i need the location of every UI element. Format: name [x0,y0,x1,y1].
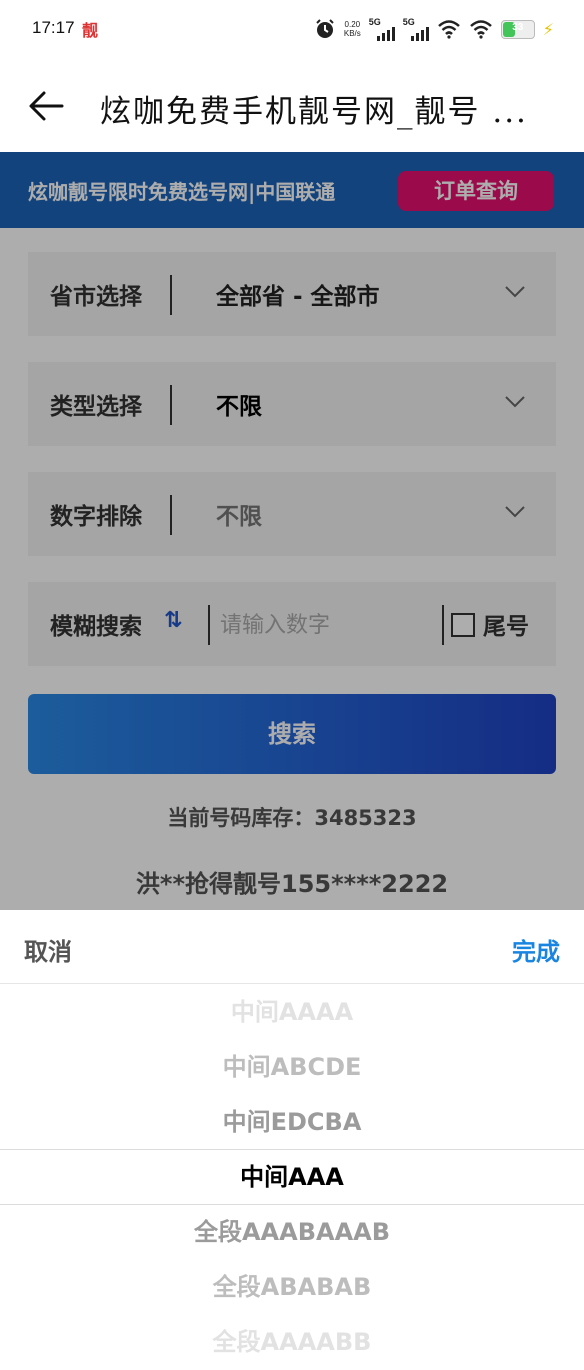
tail-number-checkbox[interactable] [451,613,475,637]
status-time: 17:17 [32,18,75,37]
picker-option-selected[interactable]: 中间AAA [0,1150,584,1205]
banner-text: 炫咖靓号限时免费选号网|中国联通 [28,180,336,204]
exclude-label: 数字排除 [50,504,142,530]
type-value: 不限 [216,394,262,420]
divider [442,605,444,645]
type-select[interactable]: 类型选择 不限 [28,362,556,446]
picker-option[interactable]: 中间ABCDE [0,1040,584,1095]
status-bar: 17:17 靓 0.20 KB/s 5G 5G 33 ⚡ [0,0,584,60]
network-speed: 0.20 KB/s [343,20,361,38]
chevron-down-icon [505,396,525,408]
picker-option[interactable]: 中间AAAA [0,985,584,1040]
exclude-select[interactable]: 数字排除 不限 [28,472,556,556]
wifi-icon [437,20,460,39]
signal-icon: 5G [369,17,395,41]
charging-icon: ⚡ [542,19,554,39]
grab-notice: 洪**抢得靓号155****2222 [135,870,449,898]
type-label: 类型选择 [50,394,142,420]
signal-icon: 5G [403,17,429,41]
picker-option[interactable]: 全段AAAABB [0,1315,584,1370]
picker-option[interactable]: 全段AAABAAAB [0,1205,584,1260]
region-select[interactable]: 省市选择 全部省 - 全部市 [28,252,556,336]
number-search-input[interactable] [218,606,444,644]
order-query-button[interactable]: 订单查询 [398,171,554,211]
site-banner: 炫咖靓号限时免费选号网|中国联通 订单查询 [0,152,584,228]
picker-option[interactable]: 中间EDCBA [0,1095,584,1150]
divider [208,605,210,645]
alarm-icon [316,19,334,38]
page-title: 炫咖免费手机靓号网_靓号 ... [100,94,528,130]
web-content: 炫咖靓号限时免费选号网|中国联通 订单查询 省市选择 全部省 - 全部市 类型选… [0,152,584,912]
fuzzy-search-row: 模糊搜索 ⇅ 尾号 [28,582,556,666]
battery-icon: 33 [500,19,535,39]
fuzzy-label: 模糊搜索 [50,614,142,640]
search-button[interactable]: 搜索 [28,694,556,774]
picker-sheet: 取消 完成 中间AAAA 中间ABCDE 中间EDCBA 中间AAA 全段AAA… [0,910,584,1369]
done-button[interactable]: 完成 [512,932,560,967]
chevron-down-icon [505,506,525,518]
chevron-down-icon [505,286,525,298]
region-value: 全部省 - 全部市 [216,284,380,310]
wifi-icon [469,20,492,39]
divider [170,385,172,425]
picker-option[interactable]: 全段ABABAB [0,1260,584,1315]
picker-header: 取消 完成 [0,910,584,984]
divider [170,495,172,535]
cancel-button[interactable]: 取消 [24,932,72,967]
back-arrow-icon[interactable] [26,86,66,126]
exclude-value: 不限 [216,504,262,530]
region-label: 省市选择 [50,284,142,310]
status-icons: 0.20 KB/s 5G 5G 33 ⚡ [314,14,554,44]
title-bar: 炫咖免费手机靓号网_靓号 ... [0,60,584,152]
sort-icon[interactable]: ⇅ [164,608,182,633]
tail-number-label: 尾号 [483,614,529,640]
stock-text: 当前号码库存：3485323 [167,806,417,830]
divider [170,275,172,315]
app-notification-icon: 靓 [82,21,99,40]
